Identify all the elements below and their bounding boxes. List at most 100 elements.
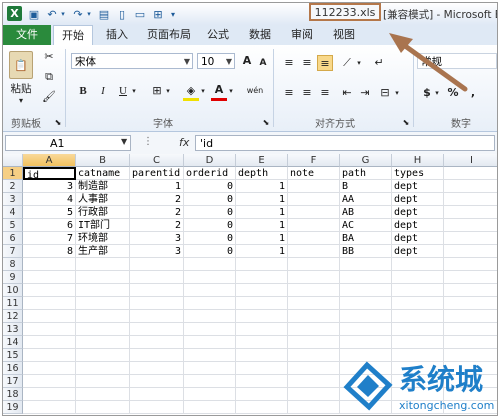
grid-cell[interactable] xyxy=(288,271,340,284)
format-painter-icon[interactable]: 🖌 xyxy=(41,89,57,105)
grid-cell[interactable] xyxy=(340,310,392,323)
grid-cell[interactable]: dept xyxy=(392,206,444,219)
grid-cell[interactable]: 3 xyxy=(23,180,76,193)
select-all-corner[interactable] xyxy=(3,154,23,167)
grid-cell[interactable]: IT部门 xyxy=(76,219,130,232)
grid-cell[interactable] xyxy=(236,336,288,349)
tab-review[interactable]: 审阅 xyxy=(285,25,319,45)
column-header-h[interactable]: H xyxy=(392,154,444,167)
grid-cell[interactable]: 制造部 xyxy=(76,180,130,193)
grid-cell[interactable]: BA xyxy=(340,232,392,245)
align-left-icon[interactable]: ≡ xyxy=(281,85,297,101)
grid-cell[interactable] xyxy=(130,310,184,323)
column-header-b[interactable]: B xyxy=(76,154,130,167)
grid-cell[interactable] xyxy=(340,258,392,271)
grid-cell[interactable] xyxy=(236,388,288,401)
grid-cell[interactable]: 2 xyxy=(130,206,184,219)
customize-toolbar-icon[interactable]: ▾ xyxy=(167,7,179,21)
grid-cell[interactable] xyxy=(76,401,130,414)
grid-cell[interactable]: BB xyxy=(340,245,392,258)
grid-cell[interactable]: 5 xyxy=(23,206,76,219)
grid-cell[interactable] xyxy=(130,297,184,310)
tab-insert[interactable]: 插入 xyxy=(99,25,135,45)
row-header[interactable]: 8 xyxy=(3,258,23,271)
row-header[interactable]: 5 xyxy=(3,219,23,232)
grid-cell[interactable] xyxy=(392,297,444,310)
fill-color-dropdown-icon[interactable]: ▾ xyxy=(199,83,207,99)
align-center-icon[interactable]: ≡ xyxy=(299,85,315,101)
tab-view[interactable]: 视图 xyxy=(327,25,361,45)
open-icon[interactable]: ▭ xyxy=(133,7,147,21)
formula-input[interactable]: 'id xyxy=(195,135,495,151)
clipboard-launcher-icon[interactable]: ⬊ xyxy=(53,115,63,131)
grid-cell[interactable] xyxy=(184,375,236,388)
grid-cell[interactable] xyxy=(76,362,130,375)
grid-cell[interactable] xyxy=(130,388,184,401)
grid-cell[interactable]: dept xyxy=(392,245,444,258)
grid-cell[interactable] xyxy=(288,284,340,297)
grid-cell[interactable]: 0 xyxy=(184,245,236,258)
paste-button[interactable]: 粘贴 xyxy=(7,81,35,95)
grid-cell[interactable] xyxy=(23,310,76,323)
row-header[interactable]: 11 xyxy=(3,297,23,310)
font-color-dropdown-icon[interactable]: ▾ xyxy=(227,83,235,99)
grid-cell[interactable] xyxy=(288,245,340,258)
grid-cell[interactable]: note xyxy=(288,167,340,180)
grid-cell[interactable] xyxy=(23,336,76,349)
bold-button[interactable]: B xyxy=(75,83,91,99)
grid-cell[interactable] xyxy=(288,180,340,193)
grid-cell[interactable] xyxy=(130,336,184,349)
grid-cell[interactable]: 1 xyxy=(236,206,288,219)
grid-cell[interactable] xyxy=(184,388,236,401)
grid-cell[interactable] xyxy=(288,232,340,245)
grid-cell[interactable] xyxy=(444,323,497,336)
currency-dropdown-icon[interactable]: ▾ xyxy=(433,85,441,101)
row-header[interactable]: 2 xyxy=(3,180,23,193)
grid-cell[interactable] xyxy=(236,310,288,323)
row-header[interactable]: 9 xyxy=(3,271,23,284)
grid-cell[interactable] xyxy=(288,323,340,336)
row-header[interactable]: 3 xyxy=(3,193,23,206)
grid-cell[interactable] xyxy=(184,349,236,362)
grid-cell[interactable]: 1 xyxy=(236,232,288,245)
borders-icon[interactable]: ⊞ xyxy=(151,7,165,21)
column-header-e[interactable]: E xyxy=(236,154,288,167)
undo-dropdown-icon[interactable]: ▾ xyxy=(59,7,67,21)
grid-cell[interactable] xyxy=(236,271,288,284)
row-header[interactable]: 6 xyxy=(3,232,23,245)
grid-cell[interactable]: dept xyxy=(392,232,444,245)
grid-cell[interactable] xyxy=(184,258,236,271)
grid-cell[interactable]: 1 xyxy=(236,245,288,258)
orientation-dropdown-icon[interactable]: ▾ xyxy=(355,55,363,71)
grid-cell[interactable]: parentid xyxy=(130,167,184,180)
grid-cell[interactable] xyxy=(76,388,130,401)
grid-cell[interactable]: 2 xyxy=(130,219,184,232)
merge-dropdown-icon[interactable]: ▾ xyxy=(393,85,401,101)
font-color-icon[interactable]: A xyxy=(211,82,227,98)
grid-cell[interactable] xyxy=(340,284,392,297)
grid-cell[interactable] xyxy=(76,310,130,323)
grid-cell[interactable]: dept xyxy=(392,180,444,193)
name-box[interactable]: A1 xyxy=(5,135,131,151)
undo-icon[interactable]: ↶ xyxy=(45,7,59,21)
grid-cell[interactable] xyxy=(444,232,497,245)
decrease-indent-icon[interactable]: ⇤ xyxy=(339,85,355,101)
grid-cell[interactable] xyxy=(444,271,497,284)
shrink-font-icon[interactable]: A xyxy=(255,55,271,71)
grid-cell[interactable]: AB xyxy=(340,206,392,219)
grid-cell[interactable] xyxy=(392,336,444,349)
grid-cell[interactable] xyxy=(184,336,236,349)
grid-cell[interactable]: 0 xyxy=(184,206,236,219)
grid-cell[interactable] xyxy=(288,310,340,323)
save-icon[interactable]: ▣ xyxy=(27,7,41,21)
grid-cell[interactable] xyxy=(444,284,497,297)
grid-cell[interactable]: orderid xyxy=(184,167,236,180)
grid-cell[interactable] xyxy=(184,284,236,297)
grid-cell[interactable] xyxy=(76,323,130,336)
merge-center-icon[interactable]: ⊟ xyxy=(377,85,393,101)
column-header-f[interactable]: F xyxy=(288,154,340,167)
tab-data[interactable]: 数据 xyxy=(243,25,277,45)
borders-button-icon[interactable]: ⊞ xyxy=(149,83,165,99)
grid-cell[interactable] xyxy=(23,284,76,297)
grid-cell[interactable] xyxy=(76,336,130,349)
